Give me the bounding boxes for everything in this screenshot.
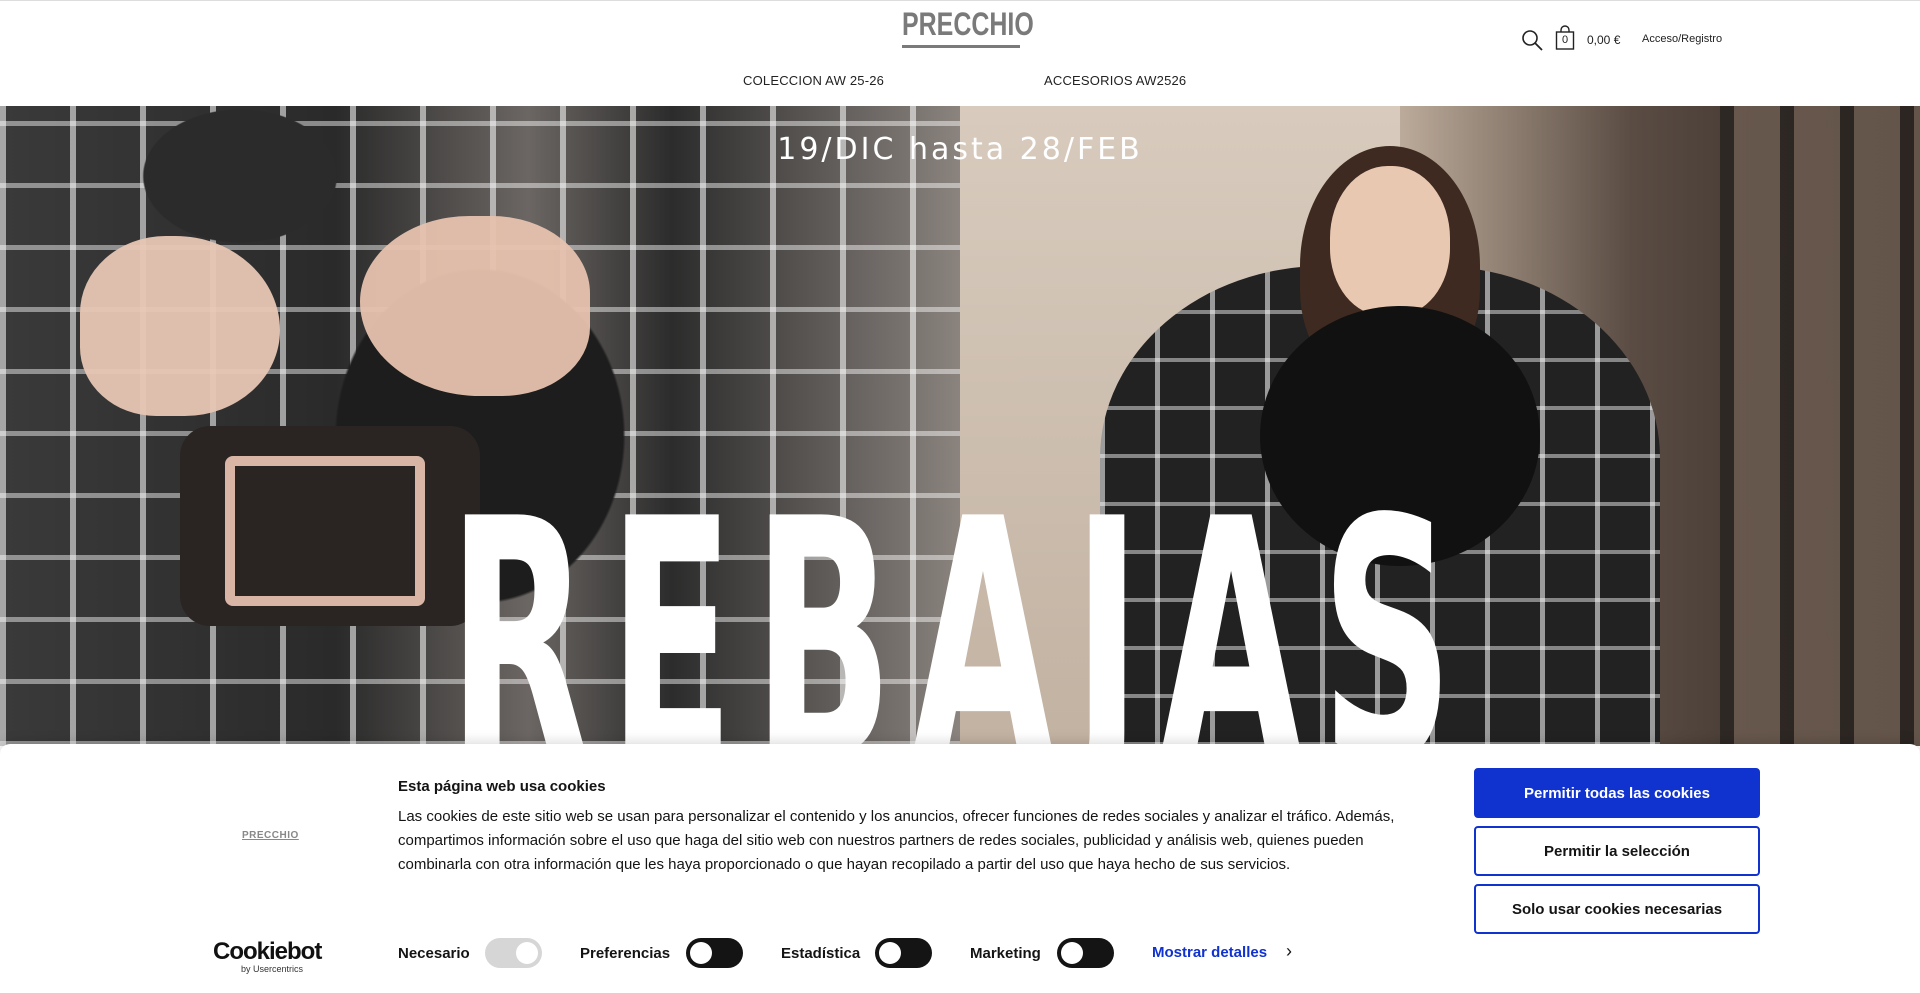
cart-total[interactable]: 0,00 € [1587,33,1620,47]
allow-selection-button[interactable]: Permitir la selección [1474,826,1760,876]
toggle-preferencias[interactable]: Preferencias [580,938,743,968]
login-link[interactable]: Acceso/Registro [1642,33,1722,45]
switch-marketing[interactable] [1057,938,1114,968]
cookiebot-by: by Usercentrics [241,964,304,974]
search-icon[interactable] [1520,28,1544,52]
nav-link-accesorios[interactable]: ACCESORIOS AW2526 [1044,73,1186,88]
toggle-label-necesario: Necesario [398,944,470,962]
toggle-label-estadistica: Estadística [781,944,861,962]
brand-logo-text[interactable]: PRECCHIO [902,7,1034,41]
cookie-title: Esta página web usa cookies [398,778,606,795]
logo-underline [902,45,1020,48]
brand-logo[interactable]: PRECCHIO [902,7,1034,49]
necessary-only-button[interactable]: Solo usar cookies necesarias [1474,884,1760,934]
site-header: PRECCHIO COLECCION AW 25-26 ACCESORIOS A… [0,0,1920,107]
hero-face [1330,166,1450,316]
hero-iron-gate [1720,106,1920,746]
switch-necesario [485,938,542,968]
show-details-link[interactable]: Mostrar detalles [1152,944,1267,961]
cookiebot-name: Cookiebot [213,938,322,965]
toggle-necesario: Necesario [398,938,542,968]
switch-knob [1061,942,1083,964]
cookie-brand-logo: PRECCHIO [242,830,299,841]
hero-hands-left [80,236,280,416]
hero-banner[interactable]: 19/DIC hasta 28/FEB REBAJAS [0,106,1920,746]
cookiebot-logo[interactable]: Cookiebot by Usercentrics [213,938,322,975]
cart-count: 0 [1561,34,1569,46]
toggle-estadistica[interactable]: Estadística [781,938,932,968]
hero-title: REBAJAS [448,449,1472,746]
cart-icon[interactable]: 0 [1555,25,1575,51]
nav-item-accesorios[interactable]: ACCESORIOS AW2526 [1044,73,1186,88]
switch-knob [690,942,712,964]
hero-hands-right [360,216,590,396]
cookie-text: Las cookies de este sitio web se usan pa… [398,808,1395,873]
nav-item-coleccion[interactable]: COLECCION AW 25-26 [743,73,884,88]
allow-all-cookies-button[interactable]: Permitir todas las cookies [1474,768,1760,818]
toggle-marketing[interactable]: Marketing [970,938,1114,968]
nav-link-coleccion[interactable]: COLECCION AW 25-26 [743,73,884,88]
cookie-banner: PRECCHIO Cookiebot by Usercentrics Esta … [0,744,1920,993]
chevron-right-icon[interactable]: › [1286,941,1292,962]
switch-estadistica[interactable] [875,938,932,968]
hero-date: 19/DIC hasta 28/FEB [777,132,1143,167]
switch-knob [516,942,538,964]
switch-preferencias[interactable] [686,938,743,968]
toggle-label-marketing: Marketing [970,944,1041,962]
switch-knob [879,942,901,964]
toggle-label-preferencias: Preferencias [580,944,671,962]
